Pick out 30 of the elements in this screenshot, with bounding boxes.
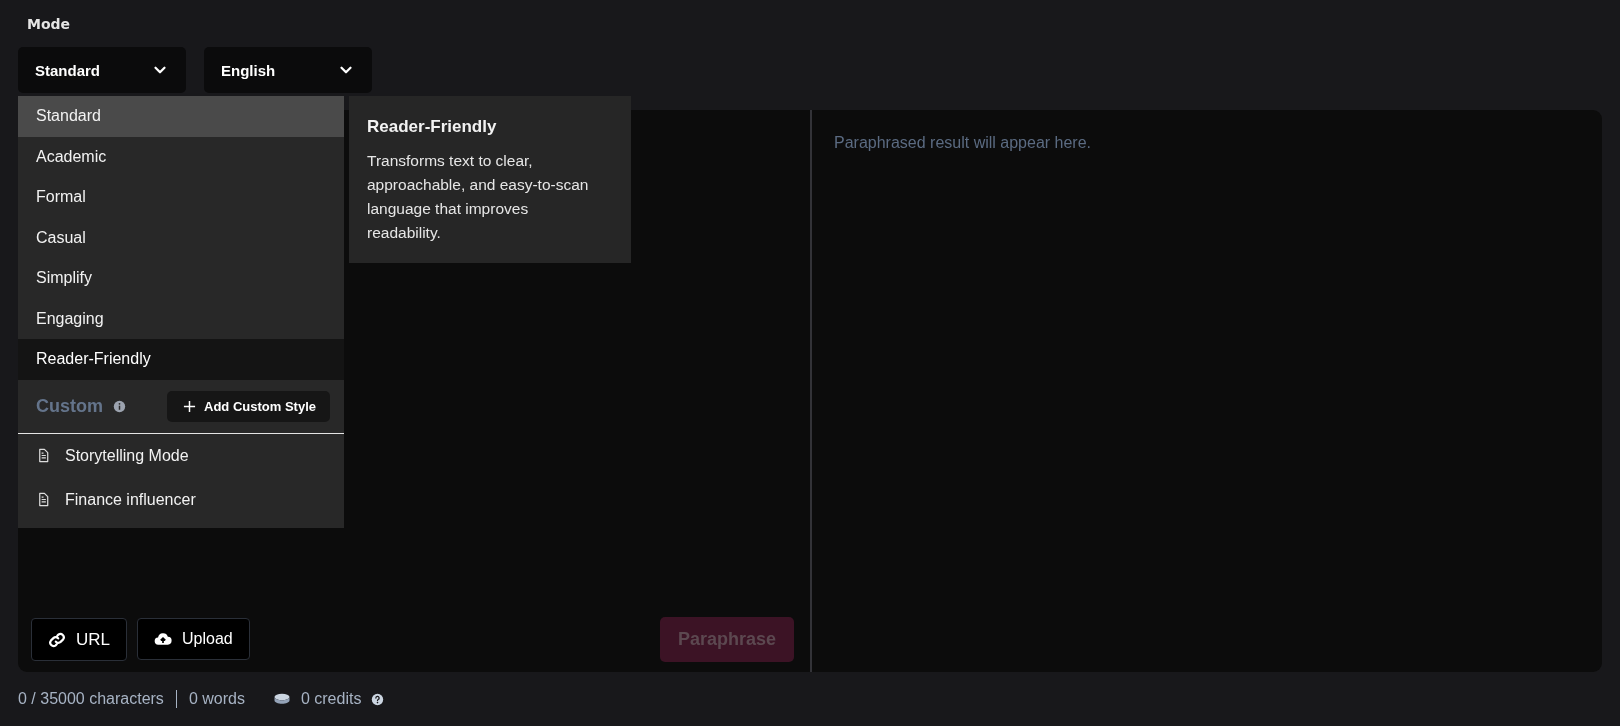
- character-count: 0 / 35000 characters: [18, 690, 164, 708]
- help-icon: [371, 692, 385, 706]
- menu-item[interactable]: Engaging: [18, 298, 344, 339]
- custom-style-item[interactable]: Storytelling Mode: [18, 433, 344, 478]
- document-icon: [36, 448, 51, 463]
- mode-label: Mode: [27, 16, 72, 34]
- section-heading: Custom: [36, 395, 103, 417]
- menu-item[interactable]: Casual: [18, 217, 344, 258]
- cloud-upload-icon: [154, 630, 172, 648]
- menu-item[interactable]: Academic: [18, 136, 344, 177]
- menu-item[interactable]: Reader-Friendly: [18, 339, 344, 380]
- menu-item[interactable]: Standard: [18, 96, 344, 137]
- url-button[interactable]: URL: [31, 618, 127, 661]
- dropdown[interactable]: Standard: [18, 47, 186, 93]
- document-icon: [36, 492, 51, 507]
- add-style-button[interactable]: Add Custom Style: [167, 390, 330, 422]
- tooltip-title: Reader-Friendly: [367, 117, 498, 137]
- coin-stack-icon: [272, 693, 291, 705]
- custom-style-item[interactable]: Finance influencer: [18, 477, 344, 522]
- info-icon: [113, 399, 126, 413]
- credit-count: 0 credits: [300, 690, 362, 708]
- menu-item[interactable]: Formal: [18, 177, 344, 218]
- upload-button[interactable]: Upload: [137, 618, 250, 660]
- link-icon: [48, 630, 66, 649]
- menu-item[interactable]: Simplify: [18, 258, 344, 299]
- output-field[interactable]: Paraphrased result will appear here.: [812, 110, 1602, 672]
- dropdown[interactable]: English: [204, 47, 372, 93]
- word-count: 0 words: [188, 690, 245, 708]
- plus-icon: [183, 399, 197, 413]
- tooltip-text: Transforms text to clear, approachable, and easy-to-scan language that improves readability.: [367, 151, 590, 243]
